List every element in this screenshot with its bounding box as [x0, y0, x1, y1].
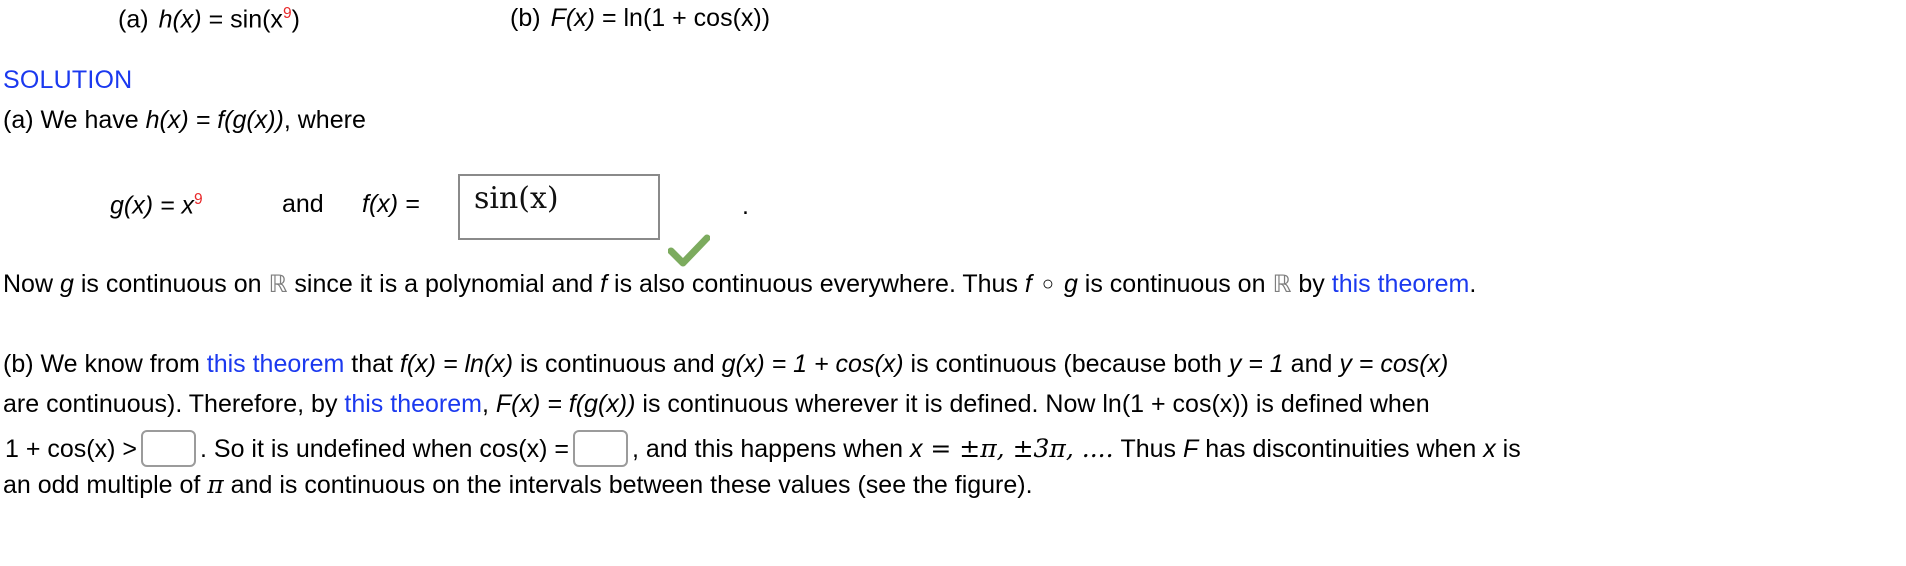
problem-part-a: (a) h(x) = sin(x9) — [118, 6, 300, 32]
part-a-label: (a) — [118, 5, 149, 34]
composition-f: f — [1024, 270, 1032, 298]
part-b-line-4: an odd multiple of π and is continuous o… — [3, 472, 1033, 498]
b-line1-expr-f: f(x) = ln(x) — [399, 350, 514, 378]
answer-input-inequality[interactable] — [141, 430, 196, 467]
problem-part-b: (b) F(x) = ln(1 + cos(x)) — [510, 6, 770, 31]
composition-operator-icon: ○ — [1041, 273, 1054, 295]
b-line1-seg3: is continuous and — [513, 350, 722, 378]
part-a-intro-expression: h(x) = f(g(x)) — [145, 106, 284, 134]
answer-input-sin[interactable]: sin(x) — [458, 174, 660, 240]
b-line1-seg1: (b) We know from — [3, 350, 207, 378]
answer-input-cos-value[interactable] — [572, 430, 628, 467]
this-theorem-link-2[interactable]: this theorem — [207, 350, 345, 378]
part-a-close-paren: ) — [291, 5, 300, 34]
reals-symbol-icon: ℝ — [268, 270, 288, 298]
b-line3-seg2: , and this happens when — [631, 435, 910, 463]
b-line1-expr-y1: y = 1 — [1228, 350, 1284, 378]
part-b-line-1: (b) We know from this theorem that f(x) … — [3, 352, 1448, 377]
part-a-intro-prefix: (a) We have — [3, 106, 146, 134]
b-line3-seg3: Thus — [1113, 435, 1184, 463]
b-line1-seg4: is continuous (because both — [903, 350, 1229, 378]
solution-heading: SOLUTION — [3, 66, 133, 94]
and-conjunction: and — [282, 190, 324, 218]
part-a-exponent: 9 — [282, 5, 292, 22]
g-definition-exponent: 9 — [194, 191, 203, 208]
b-line4-pi-symbol: π — [207, 470, 224, 499]
b-line3-var-F: F — [1183, 435, 1199, 463]
answer-input-sin-value: sin(x) — [474, 181, 559, 216]
conclusion-seg5: is continuous on — [1077, 270, 1273, 298]
conclusion-seg4: is also continuous everywhere. Thus — [607, 270, 1025, 298]
part-b-lhs: F(x) — [550, 4, 595, 32]
part-a-conclusion-line: Now g is continuous on ℝ since it is a p… — [3, 272, 1476, 297]
b-line3-seg5: is — [1495, 435, 1521, 463]
b-line3-seg1: . So it is undefined when — [200, 435, 480, 463]
b-line2-seg3: is continuous wherever it is defined. No… — [635, 390, 1103, 418]
b-line3-var-x: x — [909, 435, 923, 463]
b-line2-expr-F: F(x) = f(g(x)) — [495, 390, 636, 418]
b-line1-seg2: that — [344, 350, 400, 378]
part-a-equals: = — [208, 5, 224, 34]
b-line1-expr-ycos: y = cos(x) — [1339, 350, 1449, 378]
b-line3-var-x2: x — [1483, 435, 1496, 463]
part-a-lhs: h(x) — [158, 5, 202, 34]
part-b-line-3: 1 + cos(x) > . So it is undefined when co… — [5, 430, 1521, 467]
correct-check-icon — [667, 234, 711, 268]
f-definition-label: f(x) = — [362, 190, 420, 218]
b-line1-expr-g: g(x) = 1 + cos(x) — [721, 350, 904, 378]
conclusion-var-g: g — [59, 270, 74, 298]
b-line3-expr-1: 1 + cos(x) > — [5, 435, 137, 463]
b-line3-seg4: has discontinuities when — [1198, 435, 1484, 463]
g-definition-text: g(x) = x — [110, 191, 195, 220]
conclusion-seg1: Now — [3, 270, 60, 298]
conclusion-seg6: by — [1291, 270, 1332, 298]
part-b-rhs: ln(1 + cos(x)) — [623, 4, 771, 32]
reals-symbol-icon-2: ℝ — [1272, 270, 1292, 298]
b-line2-seg1: are continuous). Therefore, by — [3, 390, 345, 418]
b-line3-expr-2: cos(x) = — [479, 435, 569, 463]
part-b-equals: = — [601, 4, 617, 32]
this-theorem-link-3[interactable]: this theorem — [344, 390, 482, 418]
conclusion-seg7: . — [1469, 270, 1477, 298]
part-a-intro-suffix: , where — [283, 106, 366, 134]
b-line2-seg2: , — [481, 390, 496, 418]
b-line2-expr-ln: ln(1 + cos(x)) — [1102, 390, 1249, 418]
solution-part-a-intro: (a) We have h(x) = f(g(x)), where — [3, 108, 366, 133]
b-line2-seg4: is defined when — [1248, 390, 1430, 418]
part-b-label: (b) — [510, 4, 541, 32]
b-line4-seg2: and is continuous on the intervals betwe… — [223, 471, 1033, 499]
conclusion-seg3: since it is a polynomial and — [287, 270, 601, 298]
conclusion-seg2: is continuous on — [73, 270, 269, 298]
composition-g: g — [1063, 270, 1078, 298]
part-a-function: sin(x — [230, 5, 283, 34]
trailing-period: . — [742, 192, 749, 220]
this-theorem-link-1[interactable]: this theorem — [1332, 270, 1470, 298]
b-line4-seg1: an odd multiple of — [3, 471, 208, 499]
part-b-line-2: are continuous). Therefore, by this theo… — [3, 392, 1430, 417]
b-line1-seg5: and — [1283, 350, 1340, 378]
exercise-page: (a) h(x) = sin(x9) (b) F(x) = ln(1 + cos(x… — [0, 0, 1906, 566]
g-definition: g(x) = x9 — [110, 192, 203, 218]
b-line3-pi-values: = ±π, ±3π, .... — [922, 434, 1114, 463]
